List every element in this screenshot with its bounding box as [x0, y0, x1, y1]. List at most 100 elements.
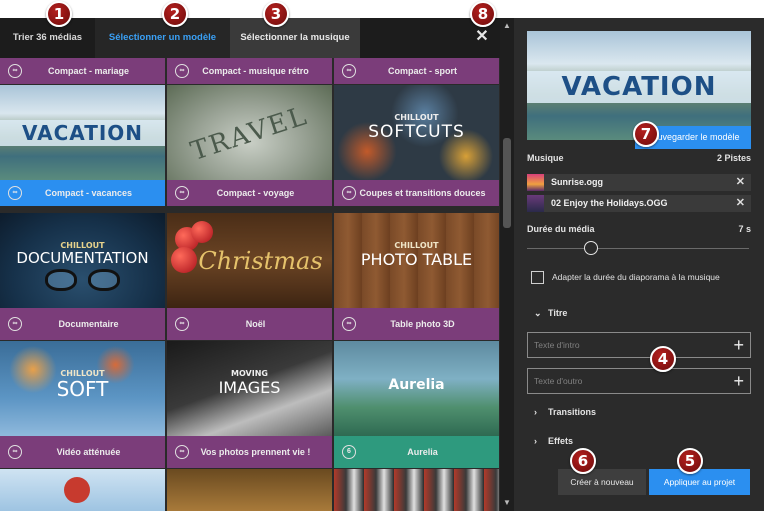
template-thumbnail: TRAVEL [167, 85, 332, 180]
adapt-duration-checkbox[interactable] [531, 271, 544, 284]
remove-track-icon[interactable]: ✕ [736, 174, 745, 191]
infinity-icon: ∞ [342, 64, 356, 78]
track-name: 02 Enjoy the Holidays.OGG [551, 198, 668, 208]
track-art [527, 174, 544, 191]
scroll-thumb[interactable] [503, 138, 511, 228]
badge-6: 6 [570, 448, 596, 474]
template-thumbnail: CHILLOUT DOCUMENTATION [0, 213, 165, 308]
template-thumbnail: Aurelia [334, 341, 499, 436]
chevron-right-icon: › [534, 436, 537, 446]
template-label: Coupes et transitions douces [359, 188, 486, 198]
preview-title: VACATION [561, 72, 717, 102]
infinity-icon: ∞ [342, 186, 356, 200]
effects-section-toggle[interactable]: › Effets [534, 436, 573, 446]
template-thumbnail: Christmas [167, 213, 332, 308]
vertical-scrollbar[interactable]: ▲ ▼ [500, 18, 514, 511]
intro-text-field[interactable]: + [527, 332, 751, 358]
badge-1: 1 [46, 1, 72, 27]
duration-slider-knob[interactable] [584, 241, 599, 255]
thumbnail-title: Christmas [198, 247, 323, 275]
badge-3: 3 [263, 1, 289, 27]
template-thumbnail [0, 469, 165, 511]
duration-label: Durée du média [527, 224, 595, 234]
template-bar: ∞ Compact - musique rétro [167, 58, 332, 84]
tab-select-music[interactable]: Sélectionner la musique [230, 18, 360, 58]
thumbnail-title: SOFTCUTS [368, 122, 465, 142]
template-thumbnail: CHILLOUT SOFT [0, 341, 165, 436]
infinity-icon: ∞ [8, 445, 22, 459]
template-bar: ∞ Vidéo atténuée [0, 436, 165, 468]
title-section-toggle[interactable]: ⌄ Titre [534, 308, 567, 319]
ornament-ball [191, 221, 213, 243]
add-outro-icon[interactable]: + [733, 371, 744, 391]
template-thumbnail: VACATION [0, 85, 165, 180]
template-bar: ∞ Compact - voyage [167, 180, 332, 206]
template-label: Documentaire [58, 319, 119, 329]
scroll-down-icon[interactable]: ▼ [500, 497, 514, 509]
template-bar: 6 Aurelia [334, 436, 499, 468]
chevron-right-icon: › [534, 407, 537, 417]
thumbnail-title: SOFT [56, 377, 109, 401]
duration-slider-track[interactable] [527, 248, 749, 249]
outro-text-input[interactable] [534, 369, 714, 393]
intro-text-input[interactable] [534, 333, 714, 357]
music-count: 2 Pistes [716, 153, 751, 163]
template-grid: ∞ Compact - mariage ∞ Compact - musique ré… [0, 58, 500, 511]
template-label: Compact - voyage [216, 188, 295, 198]
recreate-button[interactable]: Créer à nouveau [558, 469, 646, 495]
transitions-section-label: Transitions [548, 407, 597, 417]
adapt-duration-label: Adapter la durée du diaporama à la musiq… [552, 272, 720, 282]
infinity-icon: ∞ [175, 186, 189, 200]
tab-select-template[interactable]: Sélectionner un modèle [95, 18, 230, 58]
badge-5: 5 [677, 448, 703, 474]
scroll-up-icon[interactable]: ▲ [500, 20, 514, 32]
thumbnail-subtitle: CHILLOUT [394, 113, 439, 122]
badge-4: 4 [650, 346, 676, 372]
thumbnail-title: PHOTO TABLE [360, 250, 473, 269]
template-browser: Trier 36 médias Sélectionner un modèle S… [0, 18, 500, 511]
skier-helmet [64, 477, 90, 503]
thumbnail-subtitle: MOVING [231, 369, 268, 378]
close-icon[interactable]: ✕ [472, 27, 492, 47]
outro-text-field[interactable]: + [527, 368, 751, 394]
apply-to-project-button[interactable]: Appliquer au projet [649, 469, 750, 495]
glasses-lens [45, 269, 77, 291]
infinity-icon: ∞ [342, 317, 356, 331]
template-label: Vos photos prennent vie ! [200, 447, 311, 457]
infinity-icon: ∞ [175, 317, 189, 331]
thumbnail-subtitle: CHILLOUT [394, 241, 439, 250]
add-intro-icon[interactable]: + [733, 335, 744, 355]
music-label: Musique [527, 153, 564, 163]
template-thumbnail: CHILLOUT PHOTO TABLE [334, 213, 499, 308]
badge-7: 7 [633, 121, 659, 147]
thumbnail-title: IMAGES [218, 378, 281, 397]
template-label: Vidéo atténuée [56, 447, 121, 457]
infinity-icon: ∞ [175, 445, 189, 459]
thumbnail-title: TRAVEL [187, 100, 312, 168]
badge-2: 2 [162, 1, 188, 27]
template-bar: ∞ Compact - vacances [0, 180, 165, 206]
tab-sort-media[interactable]: Trier 36 médias [0, 18, 95, 58]
tab-bar: Trier 36 médias Sélectionner un modèle S… [0, 18, 500, 58]
template-label: Table photo 3D [390, 319, 455, 329]
thumbnail-title: Aurelia [388, 377, 445, 393]
thumbnail-title: DOCUMENTATION [16, 249, 149, 267]
template-bar: ∞ Documentaire [0, 308, 165, 340]
title-section-label: Titre [548, 308, 568, 318]
chevron-down-icon: ⌄ [534, 308, 542, 318]
template-bar: ∞ Table photo 3D [334, 308, 499, 340]
template-bar: ∞ Noël [167, 308, 332, 340]
app-root: Trier 36 médias Sélectionner un modèle S… [0, 0, 764, 511]
template-thumbnail [334, 469, 499, 511]
music-track[interactable]: Sunrise.ogg ✕ [527, 174, 751, 191]
music-track[interactable]: 02 Enjoy the Holidays.OGG ✕ [527, 195, 751, 212]
template-label: Compact - sport [387, 66, 457, 76]
template-bar: ∞ Coupes et transitions douces [334, 180, 499, 206]
remove-track-icon[interactable]: ✕ [736, 195, 745, 212]
template-thumbnail [167, 469, 332, 511]
settings-panel: VACATION Sauvegarder le modèle Musique 2… [514, 18, 764, 511]
thumbnail-title: VACATION [21, 121, 144, 145]
transitions-section-toggle[interactable]: › Transitions [534, 407, 596, 417]
infinity-icon: ∞ [175, 64, 189, 78]
template-bar: ∞ Compact - sport [334, 58, 499, 84]
